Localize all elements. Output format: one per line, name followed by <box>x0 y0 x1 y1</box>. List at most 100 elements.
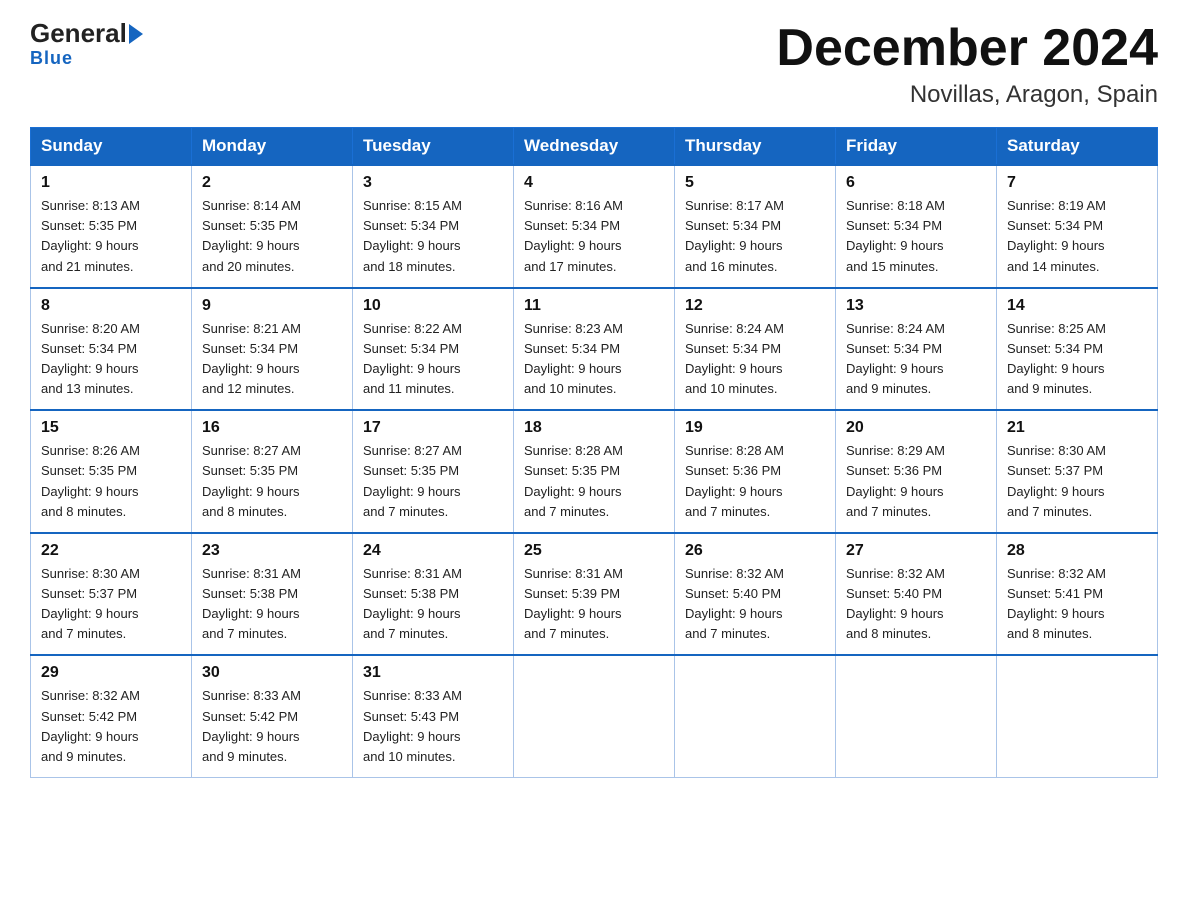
calendar-cell: 8 Sunrise: 8:20 AMSunset: 5:34 PMDayligh… <box>31 288 192 411</box>
logo-arrow-icon <box>129 24 143 44</box>
calendar-header-row: SundayMondayTuesdayWednesdayThursdayFrid… <box>31 128 1158 166</box>
calendar-cell: 31 Sunrise: 8:33 AMSunset: 5:43 PMDaylig… <box>353 655 514 777</box>
day-info: Sunrise: 8:27 AMSunset: 5:35 PMDaylight:… <box>363 443 462 518</box>
day-info: Sunrise: 8:31 AMSunset: 5:39 PMDaylight:… <box>524 566 623 641</box>
calendar-cell: 10 Sunrise: 8:22 AMSunset: 5:34 PMDaylig… <box>353 288 514 411</box>
day-info: Sunrise: 8:25 AMSunset: 5:34 PMDaylight:… <box>1007 321 1106 396</box>
calendar-cell: 12 Sunrise: 8:24 AMSunset: 5:34 PMDaylig… <box>675 288 836 411</box>
calendar-week-row: 22 Sunrise: 8:30 AMSunset: 5:37 PMDaylig… <box>31 533 1158 656</box>
day-number: 15 <box>41 419 181 437</box>
calendar-cell: 5 Sunrise: 8:17 AMSunset: 5:34 PMDayligh… <box>675 165 836 288</box>
day-number: 27 <box>846 542 986 560</box>
day-number: 30 <box>202 664 342 682</box>
day-info: Sunrise: 8:32 AMSunset: 5:41 PMDaylight:… <box>1007 566 1106 641</box>
calendar-cell: 19 Sunrise: 8:28 AMSunset: 5:36 PMDaylig… <box>675 410 836 533</box>
day-number: 23 <box>202 542 342 560</box>
col-header-thursday: Thursday <box>675 128 836 166</box>
day-number: 25 <box>524 542 664 560</box>
day-number: 11 <box>524 297 664 315</box>
day-info: Sunrise: 8:29 AMSunset: 5:36 PMDaylight:… <box>846 443 945 518</box>
logo-text: General <box>30 20 143 46</box>
day-number: 21 <box>1007 419 1147 437</box>
calendar-cell <box>997 655 1158 777</box>
calendar-cell: 26 Sunrise: 8:32 AMSunset: 5:40 PMDaylig… <box>675 533 836 656</box>
day-number: 8 <box>41 297 181 315</box>
calendar-cell: 3 Sunrise: 8:15 AMSunset: 5:34 PMDayligh… <box>353 165 514 288</box>
day-number: 18 <box>524 419 664 437</box>
col-header-friday: Friday <box>836 128 997 166</box>
day-number: 13 <box>846 297 986 315</box>
day-number: 24 <box>363 542 503 560</box>
calendar-cell: 22 Sunrise: 8:30 AMSunset: 5:37 PMDaylig… <box>31 533 192 656</box>
calendar-cell: 9 Sunrise: 8:21 AMSunset: 5:34 PMDayligh… <box>192 288 353 411</box>
day-number: 16 <box>202 419 342 437</box>
day-number: 10 <box>363 297 503 315</box>
calendar-cell: 18 Sunrise: 8:28 AMSunset: 5:35 PMDaylig… <box>514 410 675 533</box>
calendar-cell: 27 Sunrise: 8:32 AMSunset: 5:40 PMDaylig… <box>836 533 997 656</box>
day-info: Sunrise: 8:27 AMSunset: 5:35 PMDaylight:… <box>202 443 301 518</box>
col-header-sunday: Sunday <box>31 128 192 166</box>
calendar-cell: 25 Sunrise: 8:31 AMSunset: 5:39 PMDaylig… <box>514 533 675 656</box>
day-info: Sunrise: 8:18 AMSunset: 5:34 PMDaylight:… <box>846 198 945 273</box>
month-year-title: December 2024 <box>776 20 1158 77</box>
col-header-tuesday: Tuesday <box>353 128 514 166</box>
day-number: 3 <box>363 174 503 192</box>
calendar-cell: 24 Sunrise: 8:31 AMSunset: 5:38 PMDaylig… <box>353 533 514 656</box>
col-header-saturday: Saturday <box>997 128 1158 166</box>
day-number: 4 <box>524 174 664 192</box>
calendar-cell: 16 Sunrise: 8:27 AMSunset: 5:35 PMDaylig… <box>192 410 353 533</box>
day-number: 6 <box>846 174 986 192</box>
day-number: 5 <box>685 174 825 192</box>
title-section: December 2024 Novillas, Aragon, Spain <box>776 20 1158 109</box>
day-info: Sunrise: 8:30 AMSunset: 5:37 PMDaylight:… <box>41 566 140 641</box>
day-number: 22 <box>41 542 181 560</box>
calendar-cell: 13 Sunrise: 8:24 AMSunset: 5:34 PMDaylig… <box>836 288 997 411</box>
day-info: Sunrise: 8:33 AMSunset: 5:42 PMDaylight:… <box>202 688 301 763</box>
day-info: Sunrise: 8:24 AMSunset: 5:34 PMDaylight:… <box>685 321 784 396</box>
day-info: Sunrise: 8:32 AMSunset: 5:42 PMDaylight:… <box>41 688 140 763</box>
day-info: Sunrise: 8:28 AMSunset: 5:35 PMDaylight:… <box>524 443 623 518</box>
calendar-cell: 6 Sunrise: 8:18 AMSunset: 5:34 PMDayligh… <box>836 165 997 288</box>
calendar-cell: 15 Sunrise: 8:26 AMSunset: 5:35 PMDaylig… <box>31 410 192 533</box>
calendar-cell: 4 Sunrise: 8:16 AMSunset: 5:34 PMDayligh… <box>514 165 675 288</box>
day-info: Sunrise: 8:30 AMSunset: 5:37 PMDaylight:… <box>1007 443 1106 518</box>
location-text: Novillas, Aragon, Spain <box>776 81 1158 109</box>
day-info: Sunrise: 8:26 AMSunset: 5:35 PMDaylight:… <box>41 443 140 518</box>
calendar-week-row: 8 Sunrise: 8:20 AMSunset: 5:34 PMDayligh… <box>31 288 1158 411</box>
calendar-cell <box>675 655 836 777</box>
day-info: Sunrise: 8:23 AMSunset: 5:34 PMDaylight:… <box>524 321 623 396</box>
calendar-cell: 7 Sunrise: 8:19 AMSunset: 5:34 PMDayligh… <box>997 165 1158 288</box>
day-info: Sunrise: 8:20 AMSunset: 5:34 PMDaylight:… <box>41 321 140 396</box>
calendar-week-row: 15 Sunrise: 8:26 AMSunset: 5:35 PMDaylig… <box>31 410 1158 533</box>
day-info: Sunrise: 8:31 AMSunset: 5:38 PMDaylight:… <box>202 566 301 641</box>
day-info: Sunrise: 8:14 AMSunset: 5:35 PMDaylight:… <box>202 198 301 273</box>
calendar-cell <box>836 655 997 777</box>
day-info: Sunrise: 8:22 AMSunset: 5:34 PMDaylight:… <box>363 321 462 396</box>
day-info: Sunrise: 8:16 AMSunset: 5:34 PMDaylight:… <box>524 198 623 273</box>
calendar-cell: 17 Sunrise: 8:27 AMSunset: 5:35 PMDaylig… <box>353 410 514 533</box>
day-number: 20 <box>846 419 986 437</box>
day-number: 29 <box>41 664 181 682</box>
calendar-cell: 30 Sunrise: 8:33 AMSunset: 5:42 PMDaylig… <box>192 655 353 777</box>
calendar-cell: 29 Sunrise: 8:32 AMSunset: 5:42 PMDaylig… <box>31 655 192 777</box>
calendar-cell: 21 Sunrise: 8:30 AMSunset: 5:37 PMDaylig… <box>997 410 1158 533</box>
day-info: Sunrise: 8:15 AMSunset: 5:34 PMDaylight:… <box>363 198 462 273</box>
day-number: 9 <box>202 297 342 315</box>
calendar-week-row: 1 Sunrise: 8:13 AMSunset: 5:35 PMDayligh… <box>31 165 1158 288</box>
day-info: Sunrise: 8:19 AMSunset: 5:34 PMDaylight:… <box>1007 198 1106 273</box>
day-number: 31 <box>363 664 503 682</box>
day-number: 12 <box>685 297 825 315</box>
day-info: Sunrise: 8:33 AMSunset: 5:43 PMDaylight:… <box>363 688 462 763</box>
logo: General Blue <box>30 20 143 69</box>
day-info: Sunrise: 8:28 AMSunset: 5:36 PMDaylight:… <box>685 443 784 518</box>
day-number: 1 <box>41 174 181 192</box>
day-info: Sunrise: 8:31 AMSunset: 5:38 PMDaylight:… <box>363 566 462 641</box>
day-info: Sunrise: 8:32 AMSunset: 5:40 PMDaylight:… <box>685 566 784 641</box>
page-header: General Blue December 2024 Novillas, Ara… <box>30 20 1158 109</box>
calendar-cell: 1 Sunrise: 8:13 AMSunset: 5:35 PMDayligh… <box>31 165 192 288</box>
calendar-table: SundayMondayTuesdayWednesdayThursdayFrid… <box>30 127 1158 778</box>
logo-blue: Blue <box>30 48 73 69</box>
col-header-monday: Monday <box>192 128 353 166</box>
calendar-cell: 11 Sunrise: 8:23 AMSunset: 5:34 PMDaylig… <box>514 288 675 411</box>
calendar-cell: 2 Sunrise: 8:14 AMSunset: 5:35 PMDayligh… <box>192 165 353 288</box>
